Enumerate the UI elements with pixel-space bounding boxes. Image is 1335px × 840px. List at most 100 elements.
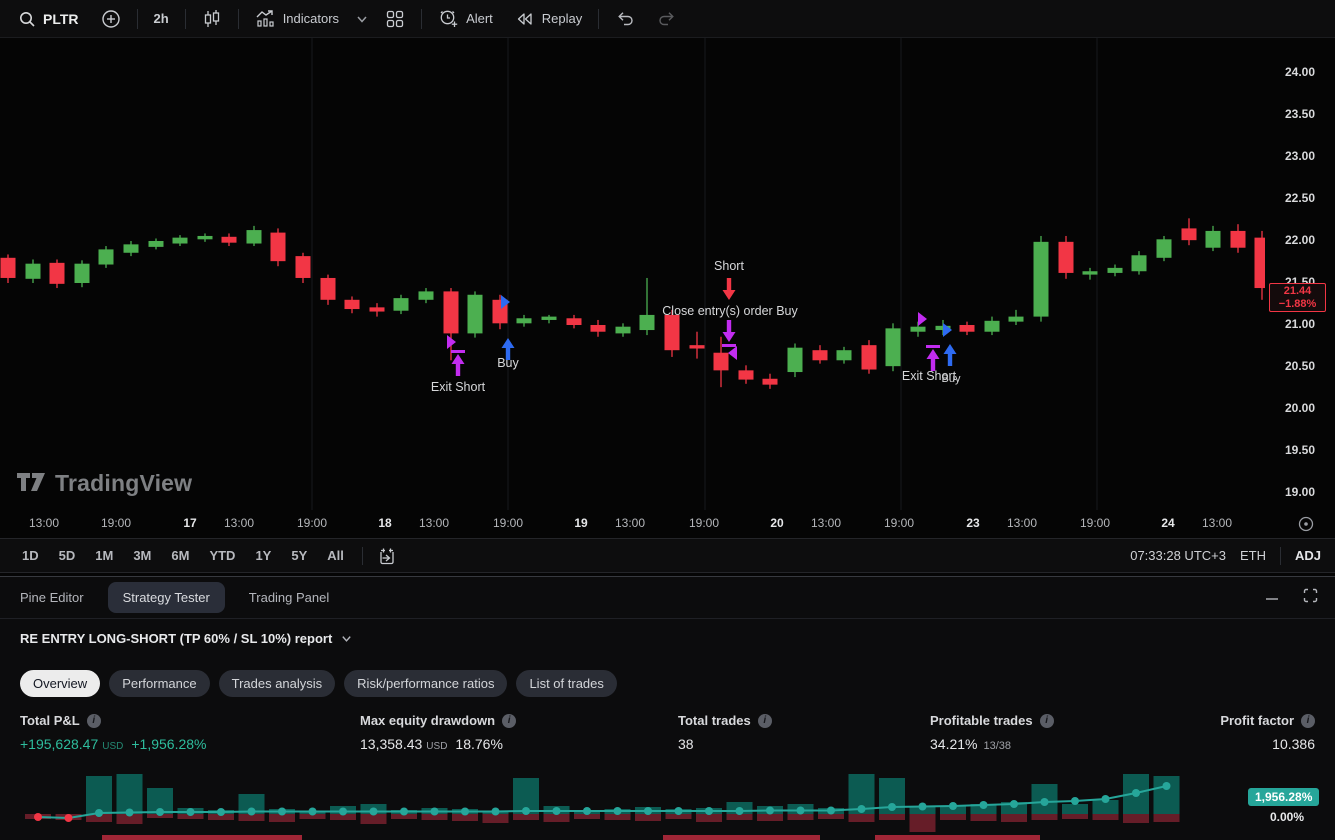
equity-loss-bar	[544, 814, 570, 822]
clock-label[interactable]: 07:33:28 UTC+3	[1130, 548, 1226, 563]
toolbar-divider	[598, 9, 599, 29]
panel-tab-trading-panel[interactable]: Trading Panel	[249, 582, 329, 613]
alert-button[interactable]: Alert	[428, 4, 503, 34]
trade-marker-label: Buy	[497, 356, 519, 370]
grid-icon	[385, 9, 405, 29]
time-tick: 19	[574, 516, 587, 530]
trade-marker-arrow-down[interactable]	[723, 290, 736, 300]
candle-body	[419, 291, 434, 299]
toolbar-divider	[238, 9, 239, 29]
equity-point	[553, 807, 561, 815]
trade-marker-label: Exit Short	[431, 380, 486, 394]
equity-point	[309, 808, 317, 816]
equity-loss-bar	[1154, 814, 1180, 822]
interval-label: 2h	[154, 11, 169, 26]
time-tick: 23	[966, 516, 979, 530]
panel-tab-strategy-tester[interactable]: Strategy Tester	[108, 582, 225, 613]
panel-tab-pine-editor[interactable]: Pine Editor	[20, 582, 84, 613]
adjust-button[interactable]: ADJ	[1295, 548, 1321, 563]
range-button-5d[interactable]: 5D	[51, 544, 84, 567]
axis-settings-button[interactable]	[1297, 515, 1315, 538]
goto-date-icon	[377, 546, 397, 566]
time-tick: 20	[770, 516, 783, 530]
maximize-panel-button[interactable]	[1302, 587, 1319, 609]
trade-marker-triangle[interactable]	[728, 346, 737, 360]
subtab-performance[interactable]: Performance	[109, 670, 209, 697]
equity-point	[644, 807, 652, 815]
price-tick: 20.50	[1265, 359, 1335, 373]
candle-body	[911, 327, 926, 332]
candle-body	[690, 345, 705, 348]
undo-button[interactable]	[605, 4, 645, 34]
indicator-templates-button[interactable]	[351, 4, 373, 34]
info-icon[interactable]: i	[502, 714, 516, 728]
replay-button[interactable]: Replay	[505, 4, 592, 34]
candlestick-chart[interactable]: Exit ShortBuyShortClose entry(s) order B…	[0, 38, 1265, 510]
candle-body	[1009, 317, 1024, 322]
time-tick: 18	[378, 516, 391, 530]
time-tick: 13:00	[29, 516, 59, 530]
stat-total-trades: Total tradesi 38	[678, 713, 772, 752]
equity-point	[65, 814, 73, 822]
equity-point	[675, 807, 683, 815]
equity-point	[736, 807, 744, 815]
range-button-5y[interactable]: 5Y	[283, 544, 315, 567]
time-axis[interactable]: 13:0019:001713:0019:001813:0019:001913:0…	[0, 510, 1335, 538]
chart-type-button[interactable]	[192, 4, 232, 34]
equity-curve-chart[interactable]	[0, 771, 1335, 840]
drawdown-strip	[875, 835, 1040, 840]
info-icon[interactable]: i	[1301, 714, 1315, 728]
candle-body	[985, 321, 1000, 332]
minimize-panel-button[interactable]	[1264, 588, 1280, 609]
compare-add-symbol-button[interactable]	[91, 4, 131, 34]
replay-label: Replay	[542, 11, 582, 26]
subtab-risk-performance-ratios[interactable]: Risk/performance ratios	[344, 670, 507, 697]
multichart-layout-button[interactable]	[375, 4, 415, 34]
candle-body	[247, 230, 262, 243]
candle-body	[862, 345, 877, 369]
range-button-1y[interactable]: 1Y	[247, 544, 279, 567]
indicators-button[interactable]: Indicators	[245, 4, 349, 34]
equity-point	[980, 801, 988, 809]
chart-area[interactable]: Exit ShortBuyShortClose entry(s) order B…	[0, 38, 1265, 510]
subtab-trades-analysis[interactable]: Trades analysis	[219, 670, 336, 697]
trade-marker-triangle[interactable]	[943, 323, 952, 337]
session-eth-button[interactable]: ETH	[1240, 548, 1266, 563]
equity-point	[187, 808, 195, 816]
info-icon[interactable]: i	[87, 714, 101, 728]
time-tick: 13:00	[419, 516, 449, 530]
panel-window-controls	[1264, 587, 1319, 609]
toolbar-divider	[1280, 547, 1281, 565]
range-button-all[interactable]: All	[319, 544, 352, 567]
stat-total-pnl: Total P&Li +195,628.47USD+1,956.28%	[20, 713, 207, 752]
range-button-ytd[interactable]: YTD	[201, 544, 243, 567]
candle-body	[26, 264, 41, 279]
stat-profitable-trades: Profitable tradesi 34.21%13/38	[930, 713, 1054, 752]
interval-button[interactable]: 2h	[144, 4, 179, 34]
trade-marker-label: Buy	[942, 373, 961, 385]
candle-body	[1083, 271, 1098, 274]
trade-marker-triangle[interactable]	[918, 312, 927, 326]
range-button-1m[interactable]: 1M	[87, 544, 121, 567]
redo-button[interactable]	[647, 4, 687, 34]
trade-marker-arrow-down[interactable]	[723, 332, 736, 342]
equity-point	[1010, 800, 1018, 808]
symbol-search-button[interactable]: PLTR	[8, 4, 89, 34]
equity-point	[797, 807, 805, 815]
equity-loss-bar	[1123, 814, 1149, 823]
equity-point	[156, 808, 164, 816]
range-button-6m[interactable]: 6M	[163, 544, 197, 567]
equity-point	[919, 803, 927, 811]
goto-date-button[interactable]	[373, 541, 401, 571]
subtab-list-of-trades[interactable]: List of trades	[516, 670, 616, 697]
report-title-row[interactable]: RE ENTRY LONG-SHORT (TP 60% / SL 10%) re…	[20, 631, 353, 646]
price-axis[interactable]: 24.0023.5023.0022.5022.0021.5021.0020.50…	[1265, 38, 1335, 510]
info-icon[interactable]: i	[758, 714, 772, 728]
range-button-1d[interactable]: 1D	[14, 544, 47, 567]
subtab-overview[interactable]: Overview	[20, 670, 100, 697]
last-price-label: 21.44 −1.88%	[1269, 283, 1326, 312]
range-button-3m[interactable]: 3M	[125, 544, 159, 567]
equity-loss-bar	[940, 814, 966, 820]
info-icon[interactable]: i	[1040, 714, 1054, 728]
candle-body	[198, 236, 213, 239]
